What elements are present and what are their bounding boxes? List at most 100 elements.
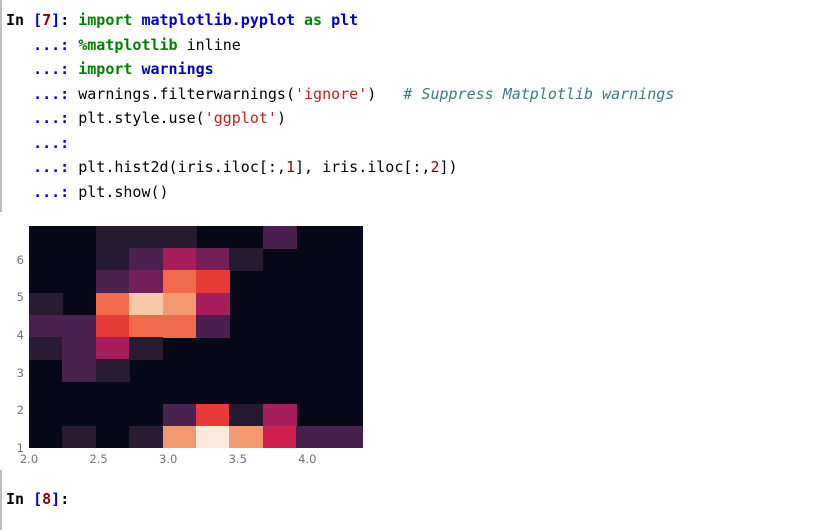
y-tick-label: 6 [16, 252, 24, 267]
prompt-gap [69, 183, 78, 201]
code-token-magic: %matplotlib [78, 35, 178, 54]
matplotlib-figure-output: 1 2 3 4 5 6 2.0 2.5 3.0 3.5 4.0 [0, 212, 420, 470]
heatmap-cell [196, 425, 230, 448]
heatmap-cell [262, 425, 297, 448]
heatmap-cell [329, 425, 363, 448]
prompt-gap [69, 134, 78, 152]
code-token-str: 'ggplot' [204, 109, 277, 127]
heatmap-cell [162, 292, 197, 316]
heatmap-cell [95, 270, 130, 294]
prompt-open-bracket: [ [33, 490, 43, 508]
code-token-plain: ], iris.iloc[:, [295, 158, 431, 176]
heatmap-cell [196, 248, 230, 271]
prompt-gap [69, 60, 78, 78]
next-input-prompt[interactable]: In [8]: [6, 490, 69, 508]
heatmap-cell [129, 226, 164, 249]
heatmap-cell [262, 403, 297, 427]
heatmap-cell [196, 270, 230, 294]
heatmap-cell [95, 292, 130, 316]
continuation-prompt: ...: [6, 158, 70, 176]
prompt-colon: : [60, 490, 70, 508]
heatmap-cell [29, 314, 63, 338]
code-token-number: 1 [285, 158, 295, 176]
code-token-comment: # Suppress Matplotlib warnings [403, 84, 675, 103]
x-tick-label: 3.0 [159, 452, 178, 466]
code-input-cell[interactable]: In [7]: import matplotlib.pyplot as plt … [6, 8, 674, 204]
heatmap-cell [129, 314, 164, 338]
heatmap-cell [129, 337, 164, 360]
continuation-prompt: ...: [6, 60, 70, 78]
prompt-number: 8 [42, 490, 52, 508]
heatmap-cell [162, 314, 197, 338]
continuation-prompt: ...: [6, 35, 70, 54]
code-token-kw: import [78, 60, 133, 78]
x-tick-label: 2.0 [19, 452, 39, 466]
code-line: ...: plt.hist2d(iris.iloc[:,1], iris.ilo… [6, 155, 674, 180]
heatmap-cell [62, 425, 97, 448]
input-prompt: In [7]: [6, 11, 70, 29]
heatmap-cell [95, 248, 130, 271]
code-line: In [7]: import matplotlib.pyplot as plt [6, 8, 674, 33]
y-tick-label: 3 [16, 365, 24, 380]
heatmap-cell [95, 359, 130, 382]
continuation-prompt: ...: [6, 84, 70, 103]
heatmap-cell [229, 248, 264, 271]
ipython-console: In [7]: import matplotlib.pyplot as plt … [0, 0, 840, 530]
heatmap-cell [62, 314, 97, 338]
heatmap-cell [162, 270, 197, 294]
prompt-close-bracket: ] [51, 490, 61, 508]
y-tick-label: 4 [16, 328, 24, 343]
heatmap-cell [196, 292, 230, 316]
code-line: ...: plt.show() [6, 180, 674, 205]
code-token-plain: plt.style.use( [78, 109, 205, 127]
continuation-prompt: ...: [6, 133, 70, 152]
heatmap-cell [62, 337, 97, 360]
code-line: ...: plt.style.use('ggplot') [6, 106, 674, 131]
prompt-gap [24, 490, 33, 508]
heatmap-cell [162, 425, 197, 448]
y-tick-label: 1 [16, 441, 24, 455]
code-token-mod: warnings [141, 60, 214, 78]
heatmap-cell [129, 248, 164, 271]
heatmap-cell [95, 226, 130, 249]
code-token-plain: warnings.filterwarnings( [78, 84, 295, 103]
code-token-kw: as [304, 11, 323, 29]
heatmap-cell [162, 226, 197, 249]
heatmap-cell [129, 270, 164, 294]
code-line: ...: warnings.filterwarnings('ignore') #… [6, 82, 674, 107]
prompt-gap [69, 36, 78, 54]
heatmap-cell [129, 292, 164, 316]
y-tick-label: 2 [16, 403, 24, 418]
heatmap-cell [129, 425, 164, 448]
prompt-gap [69, 11, 78, 29]
heatmap-cell [229, 403, 264, 427]
code-token-plain: plt.show() [78, 182, 169, 201]
heatmap-cell [229, 425, 264, 448]
code-line: ...: %matplotlib inline [6, 33, 674, 58]
heatmap-cell [162, 403, 197, 427]
code-line: ...: [6, 131, 674, 156]
code-token-str: 'ignore' [295, 84, 368, 103]
code-token-plain: inline [177, 35, 241, 54]
heatmap-cell [62, 359, 97, 382]
heatmap-cell [162, 248, 197, 271]
code-token-number: 2 [430, 158, 440, 176]
prompt-gap [69, 85, 78, 103]
hist2d-axes [29, 226, 363, 448]
code-token-plain: ) [276, 109, 286, 127]
code-token-plain: ) [367, 84, 377, 103]
heatmap-cell [95, 314, 130, 338]
heatmap-cell [262, 226, 297, 249]
heatmap-cell [196, 314, 230, 338]
y-tick-label: 5 [16, 290, 24, 305]
heatmap-cell [95, 337, 130, 360]
code-token-kw: import [78, 11, 133, 29]
code-line: ...: import warnings [6, 57, 674, 82]
x-tick-label: 2.5 [89, 452, 108, 466]
heatmap-cell [296, 425, 331, 448]
heatmap-cell [196, 403, 230, 427]
code-token-plain: ]) [439, 158, 458, 176]
